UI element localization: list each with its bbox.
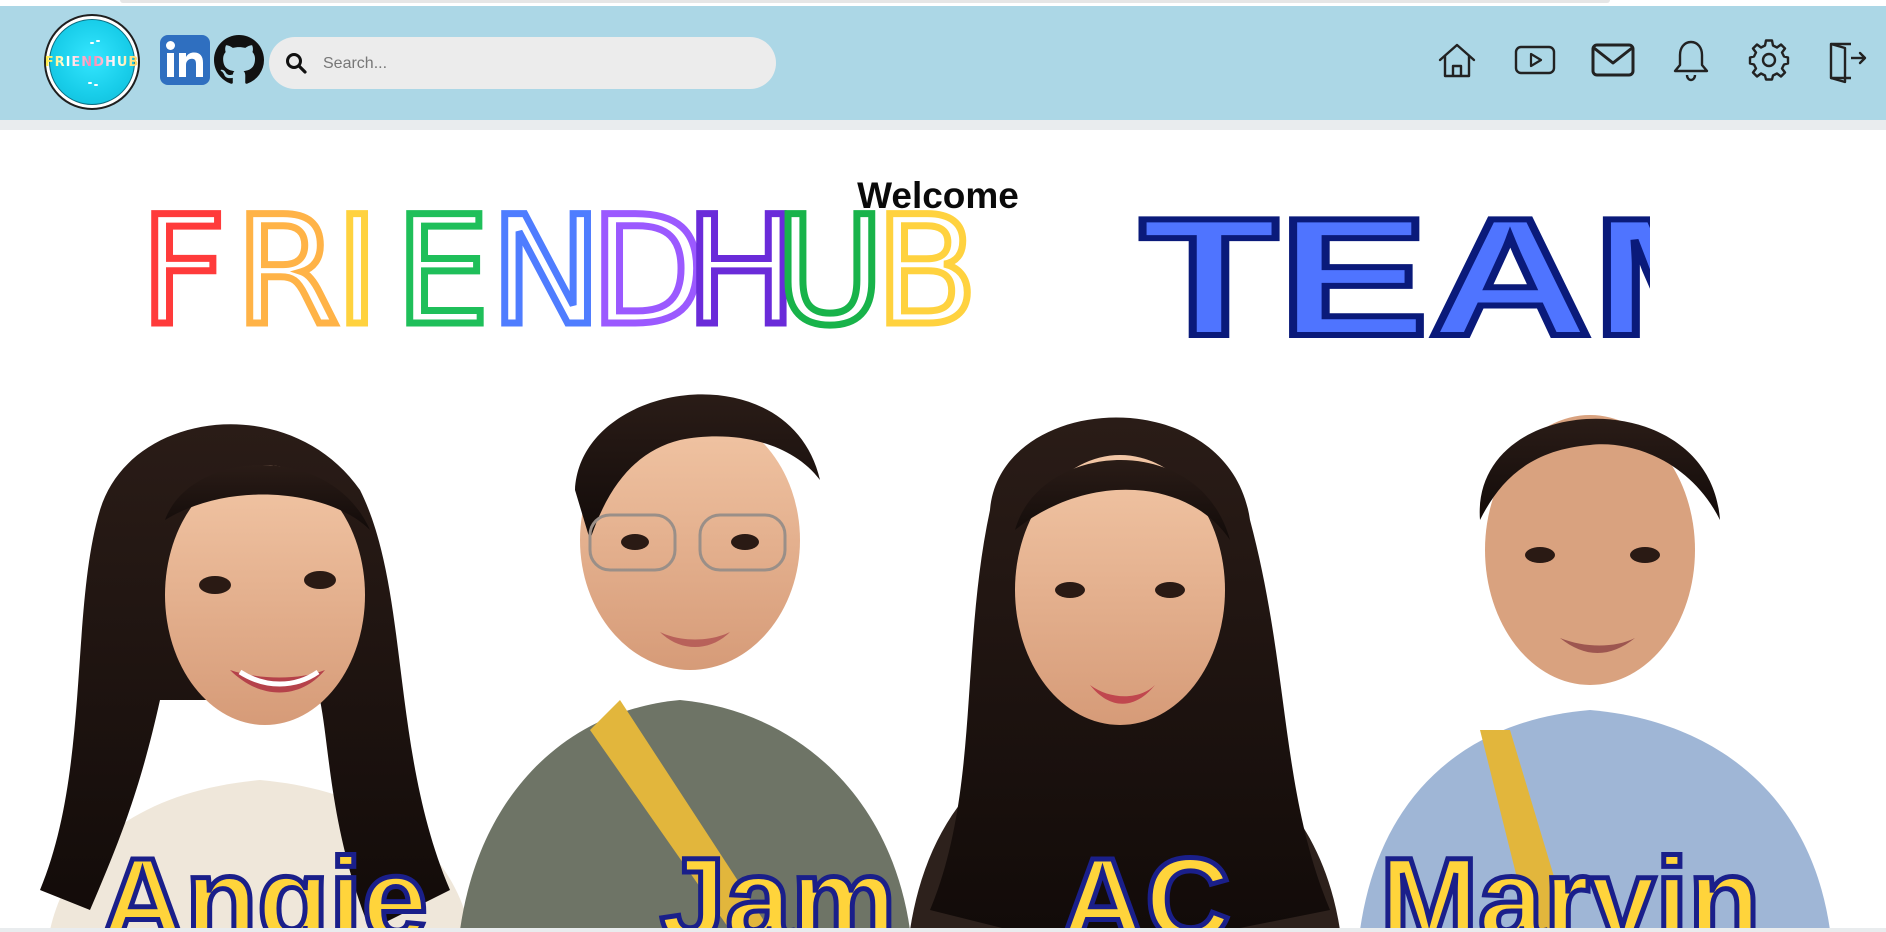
- friendhub-team-banner: FRIENDHUB TEAM: [150, 190, 1650, 350]
- friendhub-logo[interactable]: FRIENDHUB: [44, 14, 140, 110]
- logo-text: FRIENDHUB: [44, 54, 140, 70]
- banner-letter-n: N: [490, 190, 602, 350]
- linkedin-icon[interactable]: [160, 35, 210, 85]
- bell-icon[interactable]: [1669, 36, 1713, 84]
- banner-letter-e: E: [395, 190, 490, 350]
- mail-icon[interactable]: [1591, 36, 1635, 84]
- member-name-3: AC: [1060, 834, 1230, 932]
- top-navbar: FRIENDHUB: [0, 6, 1886, 130]
- gear-icon[interactable]: [1747, 36, 1791, 84]
- search-icon: [286, 53, 307, 74]
- logout-icon[interactable]: [1825, 36, 1869, 84]
- banner-letter-r: R: [235, 190, 339, 350]
- search-input[interactable]: [321, 37, 765, 91]
- github-icon[interactable]: [214, 35, 264, 85]
- member-name-2: Jam: [660, 834, 896, 932]
- video-icon[interactable]: [1513, 36, 1557, 84]
- banner-letter-u: U: [775, 190, 885, 350]
- banner-letter-i: I: [335, 190, 379, 350]
- member-name-4: Marvin: [1380, 834, 1760, 932]
- banner-team-text: TEAM: [1140, 190, 1650, 350]
- banner-letter-f: F: [150, 190, 226, 350]
- search-bar: [269, 37, 776, 91]
- home-icon[interactable]: [1435, 36, 1479, 84]
- logo-badge: FRIENDHUB: [45, 19, 138, 105]
- team-members-illustration: Angie Jam AC Marvin: [40, 394, 1830, 932]
- bottom-edge: [0, 928, 1886, 932]
- member-name-1: Angie: [100, 834, 428, 932]
- banner-letter-b: B: [875, 190, 978, 350]
